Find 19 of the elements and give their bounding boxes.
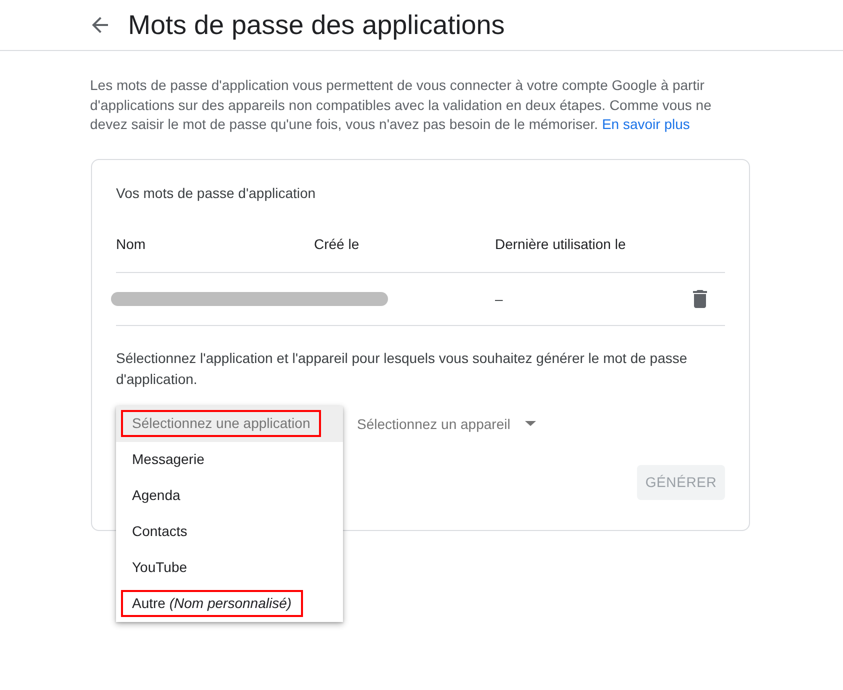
back-arrow-icon[interactable] (92, 17, 108, 33)
card-title: Vos mots de passe d'application (116, 184, 317, 202)
page-title: Mots de passe des applications (128, 9, 505, 42)
menu-item[interactable]: YouTube (116, 550, 343, 586)
learn-more-link[interactable]: En savoir plus (602, 116, 690, 132)
column-header: Créé le (314, 236, 360, 252)
column-header: Nom (116, 236, 147, 252)
menu-item[interactable]: Agenda (116, 478, 343, 514)
column-header: Dernière utilisation le (495, 236, 627, 252)
trash-icon[interactable] (693, 290, 707, 308)
menu-item[interactable]: Sélectionnez une application (116, 406, 343, 442)
device-select[interactable]: Sélectionnez un appareil (357, 406, 536, 442)
intro-text: Les mots de passe d'application vous permettent de vous connecter à votre compte Google à partir d'applications sur des appareils non compatibles avec la validation en deux étapes. Comme vous ne devez saisir le mot de passe qu'une fois, vous n'avez pas besoin de le mémoriser. En savoir plus (90, 76, 712, 134)
menu-item[interactable]: Autre (Nom personnalisé) (116, 586, 343, 622)
menu-item[interactable]: Contacts (116, 514, 343, 550)
instructions-text: Sélectionnez l'application et l'appareil pour lesquels vous souhaitez générer le mot de passe d'application. (116, 348, 688, 389)
menu-item[interactable]: Messagerie (116, 442, 343, 478)
last-used-cell-text: – (495, 290, 504, 306)
caret-icon (525, 421, 536, 426)
